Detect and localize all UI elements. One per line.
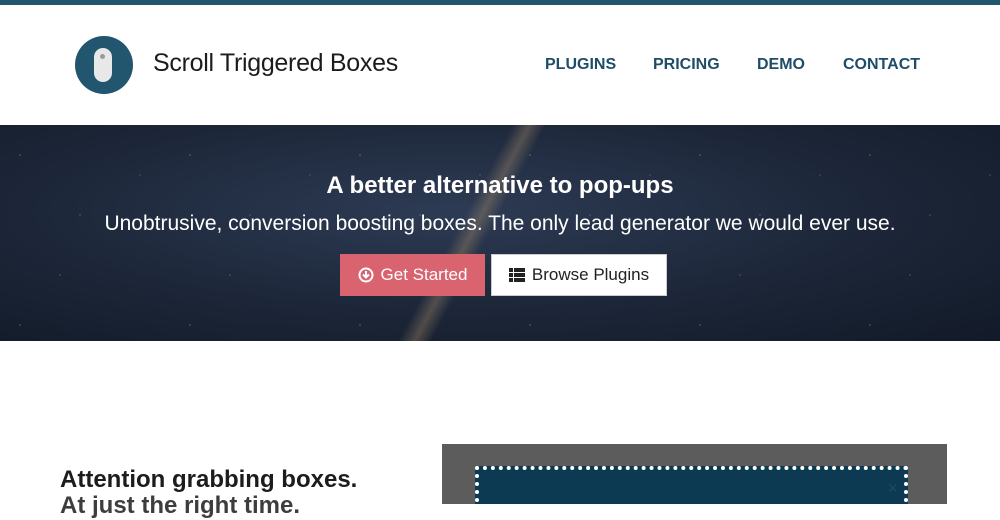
list-icon [508, 268, 525, 282]
hero-banner: A better alternative to pop-ups Unobtrus… [0, 125, 1000, 341]
demo-box: × [475, 466, 908, 504]
demo-preview: × [442, 444, 947, 504]
browse-plugins-button[interactable]: Browse Plugins [491, 254, 667, 296]
features-title-line2: At just the right time. [60, 492, 300, 519]
nav-plugins[interactable]: PLUGINS [545, 56, 616, 74]
close-icon[interactable]: × [887, 478, 898, 499]
download-circle-icon [358, 267, 374, 283]
hero-title: A better alternative to pop-ups [326, 172, 674, 199]
site-header: Scroll Triggered Boxes PLUGINS PRICING D… [0, 5, 1000, 125]
get-started-button[interactable]: Get Started [340, 254, 485, 296]
mouse-icon [94, 48, 112, 82]
features-title: Attention grabbing boxes. [60, 466, 358, 493]
brand-name[interactable]: Scroll Triggered Boxes [153, 49, 398, 78]
nav-pricing[interactable]: PRICING [653, 56, 720, 74]
logo[interactable] [75, 36, 133, 94]
nav-contact[interactable]: CONTACT [843, 56, 920, 74]
get-started-label: Get Started [380, 265, 468, 284]
browse-plugins-label: Browse Plugins [531, 265, 650, 284]
nav-demo[interactable]: DEMO [757, 56, 805, 74]
hero-subtitle: Unobtrusive, conversion boosting boxes. … [104, 212, 896, 235]
